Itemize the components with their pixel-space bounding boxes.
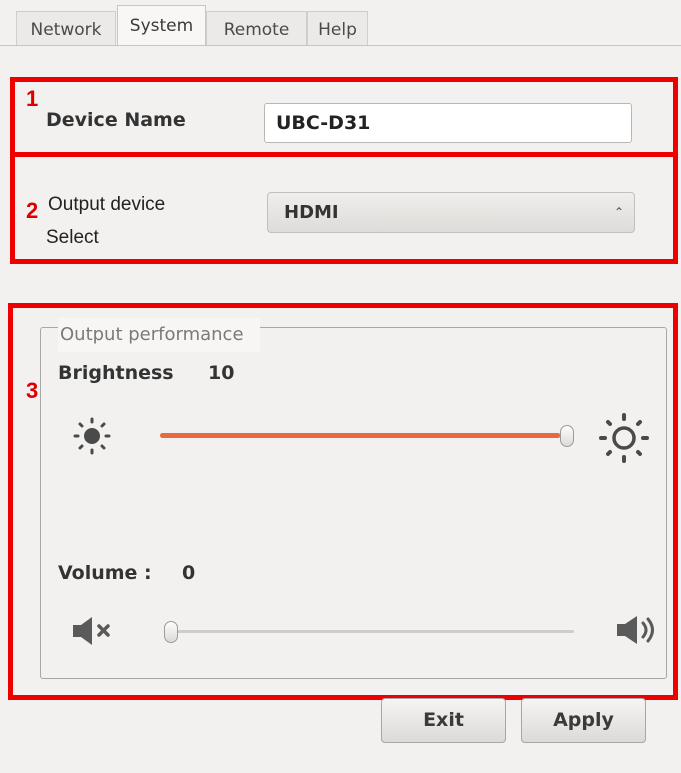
volume-value: 0 bbox=[182, 562, 196, 584]
sun-small-icon bbox=[73, 417, 111, 455]
annotation-number-1: 1 bbox=[26, 86, 39, 111]
volume-track-empty bbox=[164, 630, 574, 633]
speaker-mute-icon bbox=[73, 617, 110, 645]
tab-system[interactable]: System bbox=[117, 5, 206, 46]
brightness-label: Brightness bbox=[58, 362, 174, 384]
brightness-value: 10 bbox=[208, 362, 235, 384]
volume-slider[interactable] bbox=[160, 618, 576, 646]
volume-label: Volume : bbox=[58, 562, 152, 584]
output-device-label-line1: Output device bbox=[48, 194, 166, 215]
brightness-slider[interactable] bbox=[160, 422, 576, 450]
tab-help[interactable]: Help bbox=[307, 11, 368, 45]
output-performance-legend: Output performance bbox=[58, 318, 260, 352]
exit-button[interactable]: Exit bbox=[381, 698, 506, 743]
output-device-select[interactable]: HDMI ⌃ bbox=[267, 192, 635, 233]
volume-slider-handle[interactable] bbox=[164, 621, 178, 643]
tab-remote[interactable]: Remote bbox=[206, 11, 307, 45]
device-name-label: Device Name bbox=[46, 109, 186, 131]
device-name-input[interactable]: UBC-D31 bbox=[264, 103, 632, 143]
sun-large-icon bbox=[599, 413, 649, 463]
annotation-number-3: 3 bbox=[26, 378, 39, 403]
tab-network[interactable]: Network bbox=[16, 11, 116, 45]
brightness-slider-handle[interactable] bbox=[560, 425, 574, 447]
brightness-track-fill bbox=[160, 433, 560, 438]
annotation-number-2: 2 bbox=[26, 198, 39, 223]
apply-button[interactable]: Apply bbox=[521, 698, 646, 743]
output-device-value: HDMI bbox=[284, 202, 339, 223]
tab-bar: Network System Remote Help bbox=[0, 0, 681, 48]
output-device-label-line2: Select bbox=[46, 227, 99, 248]
combo-arrows-icon: ⌃ bbox=[613, 205, 624, 219]
speaker-volume-icon bbox=[617, 616, 654, 644]
